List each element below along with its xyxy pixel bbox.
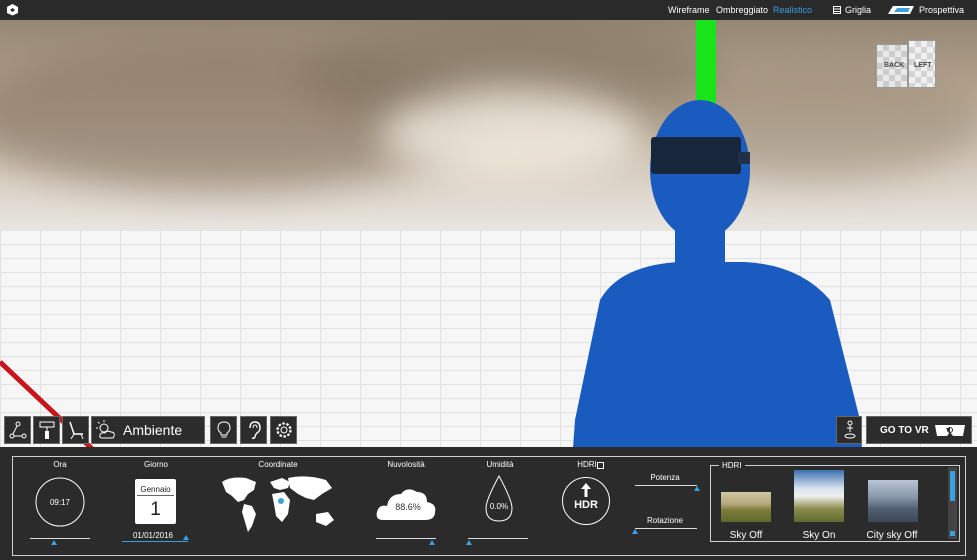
paint-roller-icon — [39, 421, 55, 439]
humidity-label: Umidità — [486, 460, 514, 469]
walk-mode-button[interactable] — [836, 416, 862, 444]
gear-icon — [276, 422, 292, 438]
gallery-scroll-thumb[interactable] — [950, 471, 955, 501]
person-walk-icon — [844, 420, 856, 439]
hdri-thumb-sky-off[interactable] — [721, 492, 771, 522]
weather-sun-cloud-icon — [96, 420, 115, 439]
location-marker — [278, 498, 284, 504]
perspective-toggle[interactable]: Prospettiva — [919, 5, 964, 15]
hdri-item-label[interactable]: Sky Off — [711, 530, 781, 541]
coordinates-label: Coordinate — [258, 460, 298, 469]
tool-paint-button[interactable] — [33, 416, 60, 444]
cloudiness-label: Nuvolosità — [387, 460, 425, 469]
ear-icon — [249, 421, 261, 440]
tool-furniture-button[interactable] — [62, 416, 89, 444]
date-value: 01/01/2016 — [132, 531, 174, 540]
hdri-label: HDRI — [577, 460, 597, 469]
water-drop-icon — [485, 474, 513, 522]
hdri-thumb-city-sky-off[interactable] — [868, 480, 918, 522]
perspective-icon — [888, 6, 914, 14]
humidity-value: 0.0% — [489, 502, 509, 511]
grid-icon — [833, 6, 841, 14]
humidity-slider-thumb[interactable] — [466, 540, 472, 545]
day-label: Giorno — [143, 460, 168, 469]
date-slider-track[interactable] — [122, 541, 188, 542]
viewcube-face-back[interactable]: BACK — [884, 62, 904, 69]
arrow-up-icon — [581, 483, 591, 497]
hdri-checkbox[interactable] — [597, 462, 604, 469]
go-to-vr-button[interactable]: GO TO VR — [866, 416, 972, 444]
app-logo-icon[interactable] — [6, 3, 19, 16]
settings-button[interactable] — [270, 416, 297, 444]
cloudiness-slider-track[interactable] — [376, 538, 436, 539]
vr-headset — [651, 137, 750, 174]
hdri-rotation-slider-track[interactable] — [635, 528, 697, 529]
audio-button[interactable] — [240, 416, 267, 444]
ambient-label: Ambiente — [123, 422, 183, 438]
cloudiness-value: 88.6% — [395, 502, 421, 512]
mode-wireframe[interactable]: Wireframe — [668, 5, 710, 15]
viewcube-face-left[interactable]: LEFT — [914, 62, 932, 69]
go-to-vr-label: GO TO VR — [880, 425, 929, 436]
hdr-icon-text: HDR — [574, 499, 598, 511]
hdri-rotation-label: Rotazione — [646, 516, 684, 525]
ambient-button[interactable]: Ambiente — [91, 416, 205, 444]
cloudiness-slider-thumb[interactable] — [429, 540, 435, 545]
grid-toggle[interactable]: Griglia — [845, 5, 871, 15]
humidity-slider-track[interactable] — [468, 538, 528, 539]
lights-button[interactable] — [210, 416, 237, 444]
y-axis-green — [696, 20, 716, 106]
hdr-button[interactable]: HDR — [562, 477, 610, 525]
nodes-icon — [9, 421, 27, 439]
hdri-rotation-slider-thumb[interactable] — [632, 529, 638, 534]
time-label: Ora — [53, 460, 67, 469]
date-slider-thumb[interactable] — [183, 535, 189, 540]
top-bar: Wireframe Ombreggiato Realistico Griglia… — [0, 0, 977, 20]
vr-headset-icon — [935, 425, 965, 436]
hdri-power-label: Potenza — [650, 473, 680, 482]
lightbulb-icon — [217, 421, 231, 438]
hdri-power-slider-thumb[interactable] — [694, 486, 700, 491]
time-slider-track[interactable] — [30, 538, 90, 539]
hdri-gallery-title: HDRI — [719, 461, 745, 470]
hdri-thumb-sky-on[interactable] — [794, 470, 844, 522]
hdri-item-label[interactable]: City sky Off — [857, 530, 927, 541]
gallery-scrollbar[interactable] — [948, 467, 957, 539]
time-slider-thumb[interactable] — [51, 540, 57, 545]
calendar-widget[interactable]: Gennaio 1 — [135, 479, 176, 524]
tool-nodes-button[interactable] — [4, 416, 31, 444]
hdri-item-label[interactable]: Sky On — [784, 530, 854, 541]
world-map[interactable] — [218, 470, 338, 540]
mode-ombreggiato[interactable]: Ombreggiato — [716, 5, 768, 15]
calendar-day-number: 1 — [150, 499, 161, 520]
calendar-month: Gennaio — [140, 485, 171, 494]
mode-realistico[interactable]: Realistico — [773, 5, 812, 15]
hdri-power-slider-track[interactable] — [635, 485, 697, 486]
time-value: 09:17 — [49, 498, 71, 507]
view-cube[interactable]: BACK LEFT — [876, 40, 938, 90]
chair-icon — [69, 421, 84, 440]
